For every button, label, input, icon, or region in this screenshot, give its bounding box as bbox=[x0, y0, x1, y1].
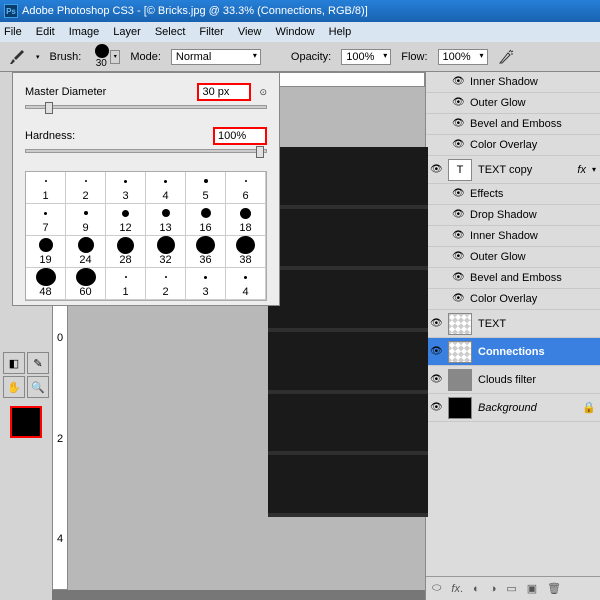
master-diameter-label: Master Diameter bbox=[25, 86, 106, 98]
brush-preset[interactable]: 6 bbox=[226, 172, 266, 204]
hardness-slider[interactable] bbox=[25, 149, 267, 153]
menu-image[interactable]: Image bbox=[69, 26, 100, 38]
opacity-label: Opacity: bbox=[291, 51, 331, 63]
hardness-label: Hardness: bbox=[25, 130, 75, 142]
brush-preview[interactable]: 30 ▾ bbox=[91, 44, 120, 69]
menu-select[interactable]: Select bbox=[155, 26, 186, 38]
new-layer-icon[interactable]: ▣ bbox=[527, 582, 537, 595]
effect-outer-glow[interactable]: 👁Outer Glow bbox=[426, 93, 600, 114]
flow-label: Flow: bbox=[401, 51, 427, 63]
brush-preset[interactable]: 1 bbox=[106, 268, 146, 300]
effects-label[interactable]: 👁Effects bbox=[426, 184, 600, 205]
eraser-tool[interactable]: ◧ bbox=[3, 352, 25, 374]
document-image bbox=[268, 147, 428, 517]
brush-preset[interactable]: 12 bbox=[106, 204, 146, 236]
layer-text[interactable]: 👁TEXT bbox=[426, 310, 600, 338]
opacity-input[interactable]: 100% bbox=[341, 49, 391, 65]
brush-preset[interactable]: 2 bbox=[146, 268, 186, 300]
menu-file[interactable]: File bbox=[4, 26, 22, 38]
brush-preset[interactable]: 3 bbox=[186, 268, 226, 300]
effect-outer-glow-2[interactable]: 👁Outer Glow bbox=[426, 247, 600, 268]
brush-preset[interactable]: 13 bbox=[146, 204, 186, 236]
brush-preset[interactable]: 32 bbox=[146, 236, 186, 268]
brush-preset[interactable]: 7 bbox=[26, 204, 66, 236]
zoom-tool[interactable]: 🔍 bbox=[27, 376, 49, 398]
diameter-slider[interactable] bbox=[25, 105, 267, 109]
layer-background[interactable]: 👁Background🔒 bbox=[426, 394, 600, 422]
brush-preset[interactable]: 28 bbox=[106, 236, 146, 268]
folder-icon[interactable]: ▭ bbox=[506, 582, 516, 595]
menu-view[interactable]: View bbox=[238, 26, 262, 38]
brush-preset[interactable]: 4 bbox=[146, 172, 186, 204]
brush-preset[interactable]: 60 bbox=[66, 268, 106, 300]
trash-icon[interactable]: 🗑 bbox=[547, 582, 561, 595]
master-diameter-input[interactable]: 30 px bbox=[197, 83, 251, 101]
layers-panel: 👁Inner Shadow 👁Outer Glow 👁Bevel and Emb… bbox=[425, 72, 600, 600]
mode-label: Mode: bbox=[130, 51, 161, 63]
brush-tool-icon[interactable] bbox=[8, 48, 26, 66]
effect-color-overlay-2[interactable]: 👁Color Overlay bbox=[426, 289, 600, 310]
foreground-color[interactable] bbox=[10, 406, 42, 438]
effect-inner-shadow[interactable]: 👁Inner Shadow bbox=[426, 72, 600, 93]
brush-preset[interactable]: 48 bbox=[26, 268, 66, 300]
window-title: Adobe Photoshop CS3 - [© Bricks.jpg @ 33… bbox=[22, 5, 368, 17]
brush-label: Brush: bbox=[50, 51, 82, 63]
brush-preset-panel: Master Diameter 30 px ⊙ Hardness: 100% 1… bbox=[12, 72, 280, 306]
effect-inner-shadow-2[interactable]: 👁Inner Shadow bbox=[426, 226, 600, 247]
brush-preset[interactable]: 19 bbox=[26, 236, 66, 268]
hardness-input[interactable]: 100% bbox=[213, 127, 267, 145]
play-icon[interactable]: ⊙ bbox=[259, 87, 267, 98]
brush-preset[interactable]: 24 bbox=[66, 236, 106, 268]
menu-layer[interactable]: Layer bbox=[113, 26, 141, 38]
brush-preset[interactable]: 5 bbox=[186, 172, 226, 204]
effect-color-overlay[interactable]: 👁Color Overlay bbox=[426, 135, 600, 156]
layer-text-copy[interactable]: 👁TTEXT copyfx▾ bbox=[426, 156, 600, 184]
airbrush-icon[interactable] bbox=[498, 49, 514, 65]
mode-select[interactable]: Normal bbox=[171, 49, 261, 65]
options-bar: ▾ Brush: 30 ▾ Mode: Normal Opacity: 100%… bbox=[0, 42, 600, 72]
brush-preset-grid: 123456791213161819242832363848601234 bbox=[25, 171, 267, 301]
menu-filter[interactable]: Filter bbox=[199, 26, 223, 38]
effect-bevel-2[interactable]: 👁Bevel and Emboss bbox=[426, 268, 600, 289]
menubar: File Edit Image Layer Select Filter View… bbox=[0, 22, 600, 42]
canvas-area: 68024 Master Diameter 30 px ⊙ Hardness: … bbox=[52, 72, 425, 600]
link-icon[interactable]: ⬭ bbox=[432, 582, 441, 595]
lock-icon: 🔒 bbox=[582, 401, 596, 414]
mask-icon[interactable]: ◐ bbox=[473, 583, 480, 595]
brush-preset[interactable]: 2 bbox=[66, 172, 106, 204]
app-icon: Ps bbox=[4, 4, 18, 18]
menu-edit[interactable]: Edit bbox=[36, 26, 55, 38]
brush-preset[interactable]: 9 bbox=[66, 204, 106, 236]
brush-preset[interactable]: 1 bbox=[26, 172, 66, 204]
hand-tool[interactable]: ✋ bbox=[3, 376, 25, 398]
fx-icon[interactable]: fx. bbox=[451, 583, 463, 595]
brush-preset[interactable]: 3 bbox=[106, 172, 146, 204]
effect-drop-shadow[interactable]: 👁Drop Shadow bbox=[426, 205, 600, 226]
brush-preset[interactable]: 38 bbox=[226, 236, 266, 268]
flow-input[interactable]: 100% bbox=[438, 49, 488, 65]
brush-preset[interactable]: 16 bbox=[186, 204, 226, 236]
layer-connections[interactable]: 👁Connections bbox=[426, 338, 600, 366]
pencil-tool[interactable]: ✎ bbox=[27, 352, 49, 374]
menu-window[interactable]: Window bbox=[276, 26, 315, 38]
adjust-icon[interactable]: ◑ bbox=[490, 583, 497, 595]
menu-help[interactable]: Help bbox=[329, 26, 352, 38]
effect-bevel[interactable]: 👁Bevel and Emboss bbox=[426, 114, 600, 135]
brush-preset[interactable]: 4 bbox=[226, 268, 266, 300]
layer-clouds[interactable]: 👁Clouds filter bbox=[426, 366, 600, 394]
brush-preset[interactable]: 36 bbox=[186, 236, 226, 268]
layers-footer: ⬭ fx. ◐ ◑ ▭ ▣ 🗑 bbox=[426, 576, 600, 600]
brush-preset[interactable]: 18 bbox=[226, 204, 266, 236]
titlebar: Ps Adobe Photoshop CS3 - [© Bricks.jpg @… bbox=[0, 0, 600, 22]
